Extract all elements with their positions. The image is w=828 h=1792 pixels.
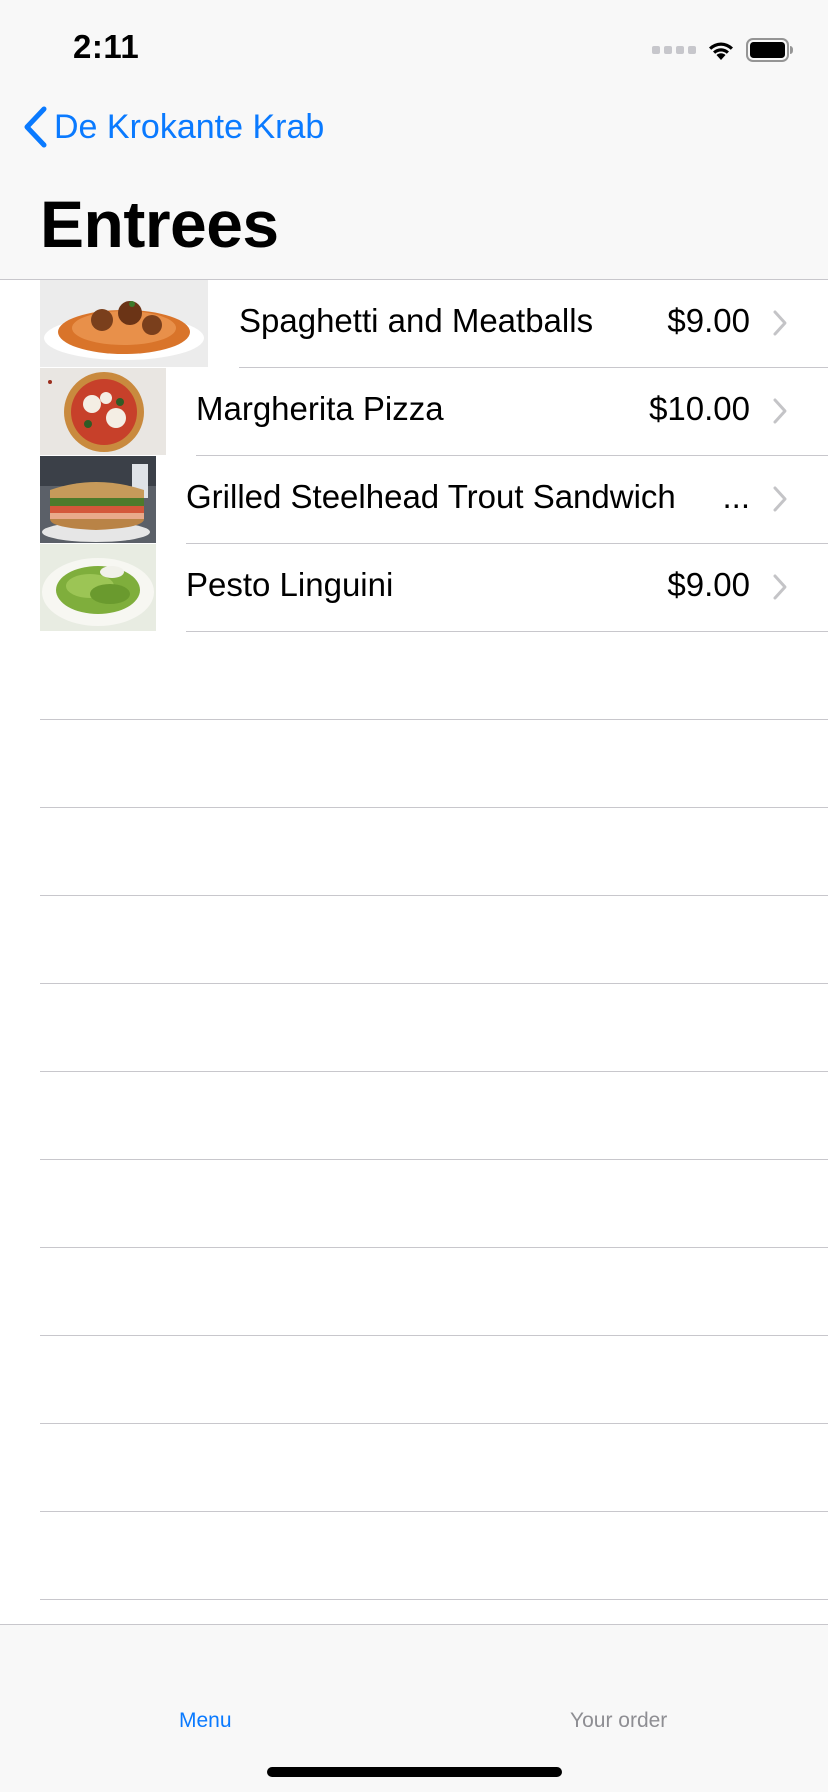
tab-menu[interactable]: Menu	[179, 1709, 232, 1733]
row-separator	[186, 631, 828, 632]
status-time: 2:11	[73, 28, 140, 65]
empty-row-separator	[40, 1335, 828, 1336]
item-price: $10.00	[649, 390, 750, 427]
list-item[interactable]: Pesto Linguini $9.00	[0, 544, 828, 632]
tab-your-order[interactable]: Your order	[570, 1709, 667, 1733]
page-title: Entrees	[40, 187, 279, 261]
navigation-header: 2:11 De Krokante Krab Entrees	[0, 0, 828, 280]
spaghetti-image	[40, 280, 208, 367]
empty-row-separator	[40, 1511, 828, 1512]
empty-row-separator	[40, 1071, 828, 1072]
empty-row-separator	[40, 1599, 828, 1600]
pesto-image	[40, 544, 156, 631]
back-button[interactable]: De Krokante Krab	[22, 106, 324, 148]
battery-icon	[746, 38, 794, 62]
empty-row-separator	[40, 807, 828, 808]
empty-row-separator	[40, 1247, 828, 1248]
item-price: ...	[722, 478, 750, 515]
pizza-image	[40, 368, 166, 455]
chevron-right-icon	[772, 573, 788, 606]
list-item[interactable]: Margherita Pizza $10.00	[0, 368, 828, 456]
chevron-left-icon	[22, 106, 48, 148]
item-price: $9.00	[667, 302, 750, 339]
chevron-right-icon	[772, 485, 788, 518]
item-name: Pesto Linguini	[186, 566, 394, 603]
back-button-label: De Krokante Krab	[54, 107, 325, 146]
home-indicator	[267, 1767, 562, 1777]
chevron-right-icon	[772, 397, 788, 430]
empty-row-separator	[40, 1423, 828, 1424]
item-price: $9.00	[667, 566, 750, 603]
list-item[interactable]: Grilled Steelhead Trout Sandwich ...	[0, 456, 828, 544]
wifi-icon	[706, 38, 736, 62]
item-name: Grilled Steelhead Trout Sandwich	[186, 478, 676, 515]
item-name: Margherita Pizza	[196, 390, 444, 427]
status-icons	[652, 36, 794, 64]
empty-row-separator	[40, 895, 828, 896]
empty-row-separator	[40, 719, 828, 720]
list-item[interactable]: Spaghetti and Meatballs $9.00	[0, 280, 828, 368]
cellular-signal-icon	[652, 46, 696, 54]
item-name: Spaghetti and Meatballs	[239, 302, 594, 339]
empty-row-separator	[40, 983, 828, 984]
chevron-right-icon	[772, 309, 788, 342]
sandwich-image	[40, 456, 156, 543]
empty-row-separator	[40, 1159, 828, 1160]
